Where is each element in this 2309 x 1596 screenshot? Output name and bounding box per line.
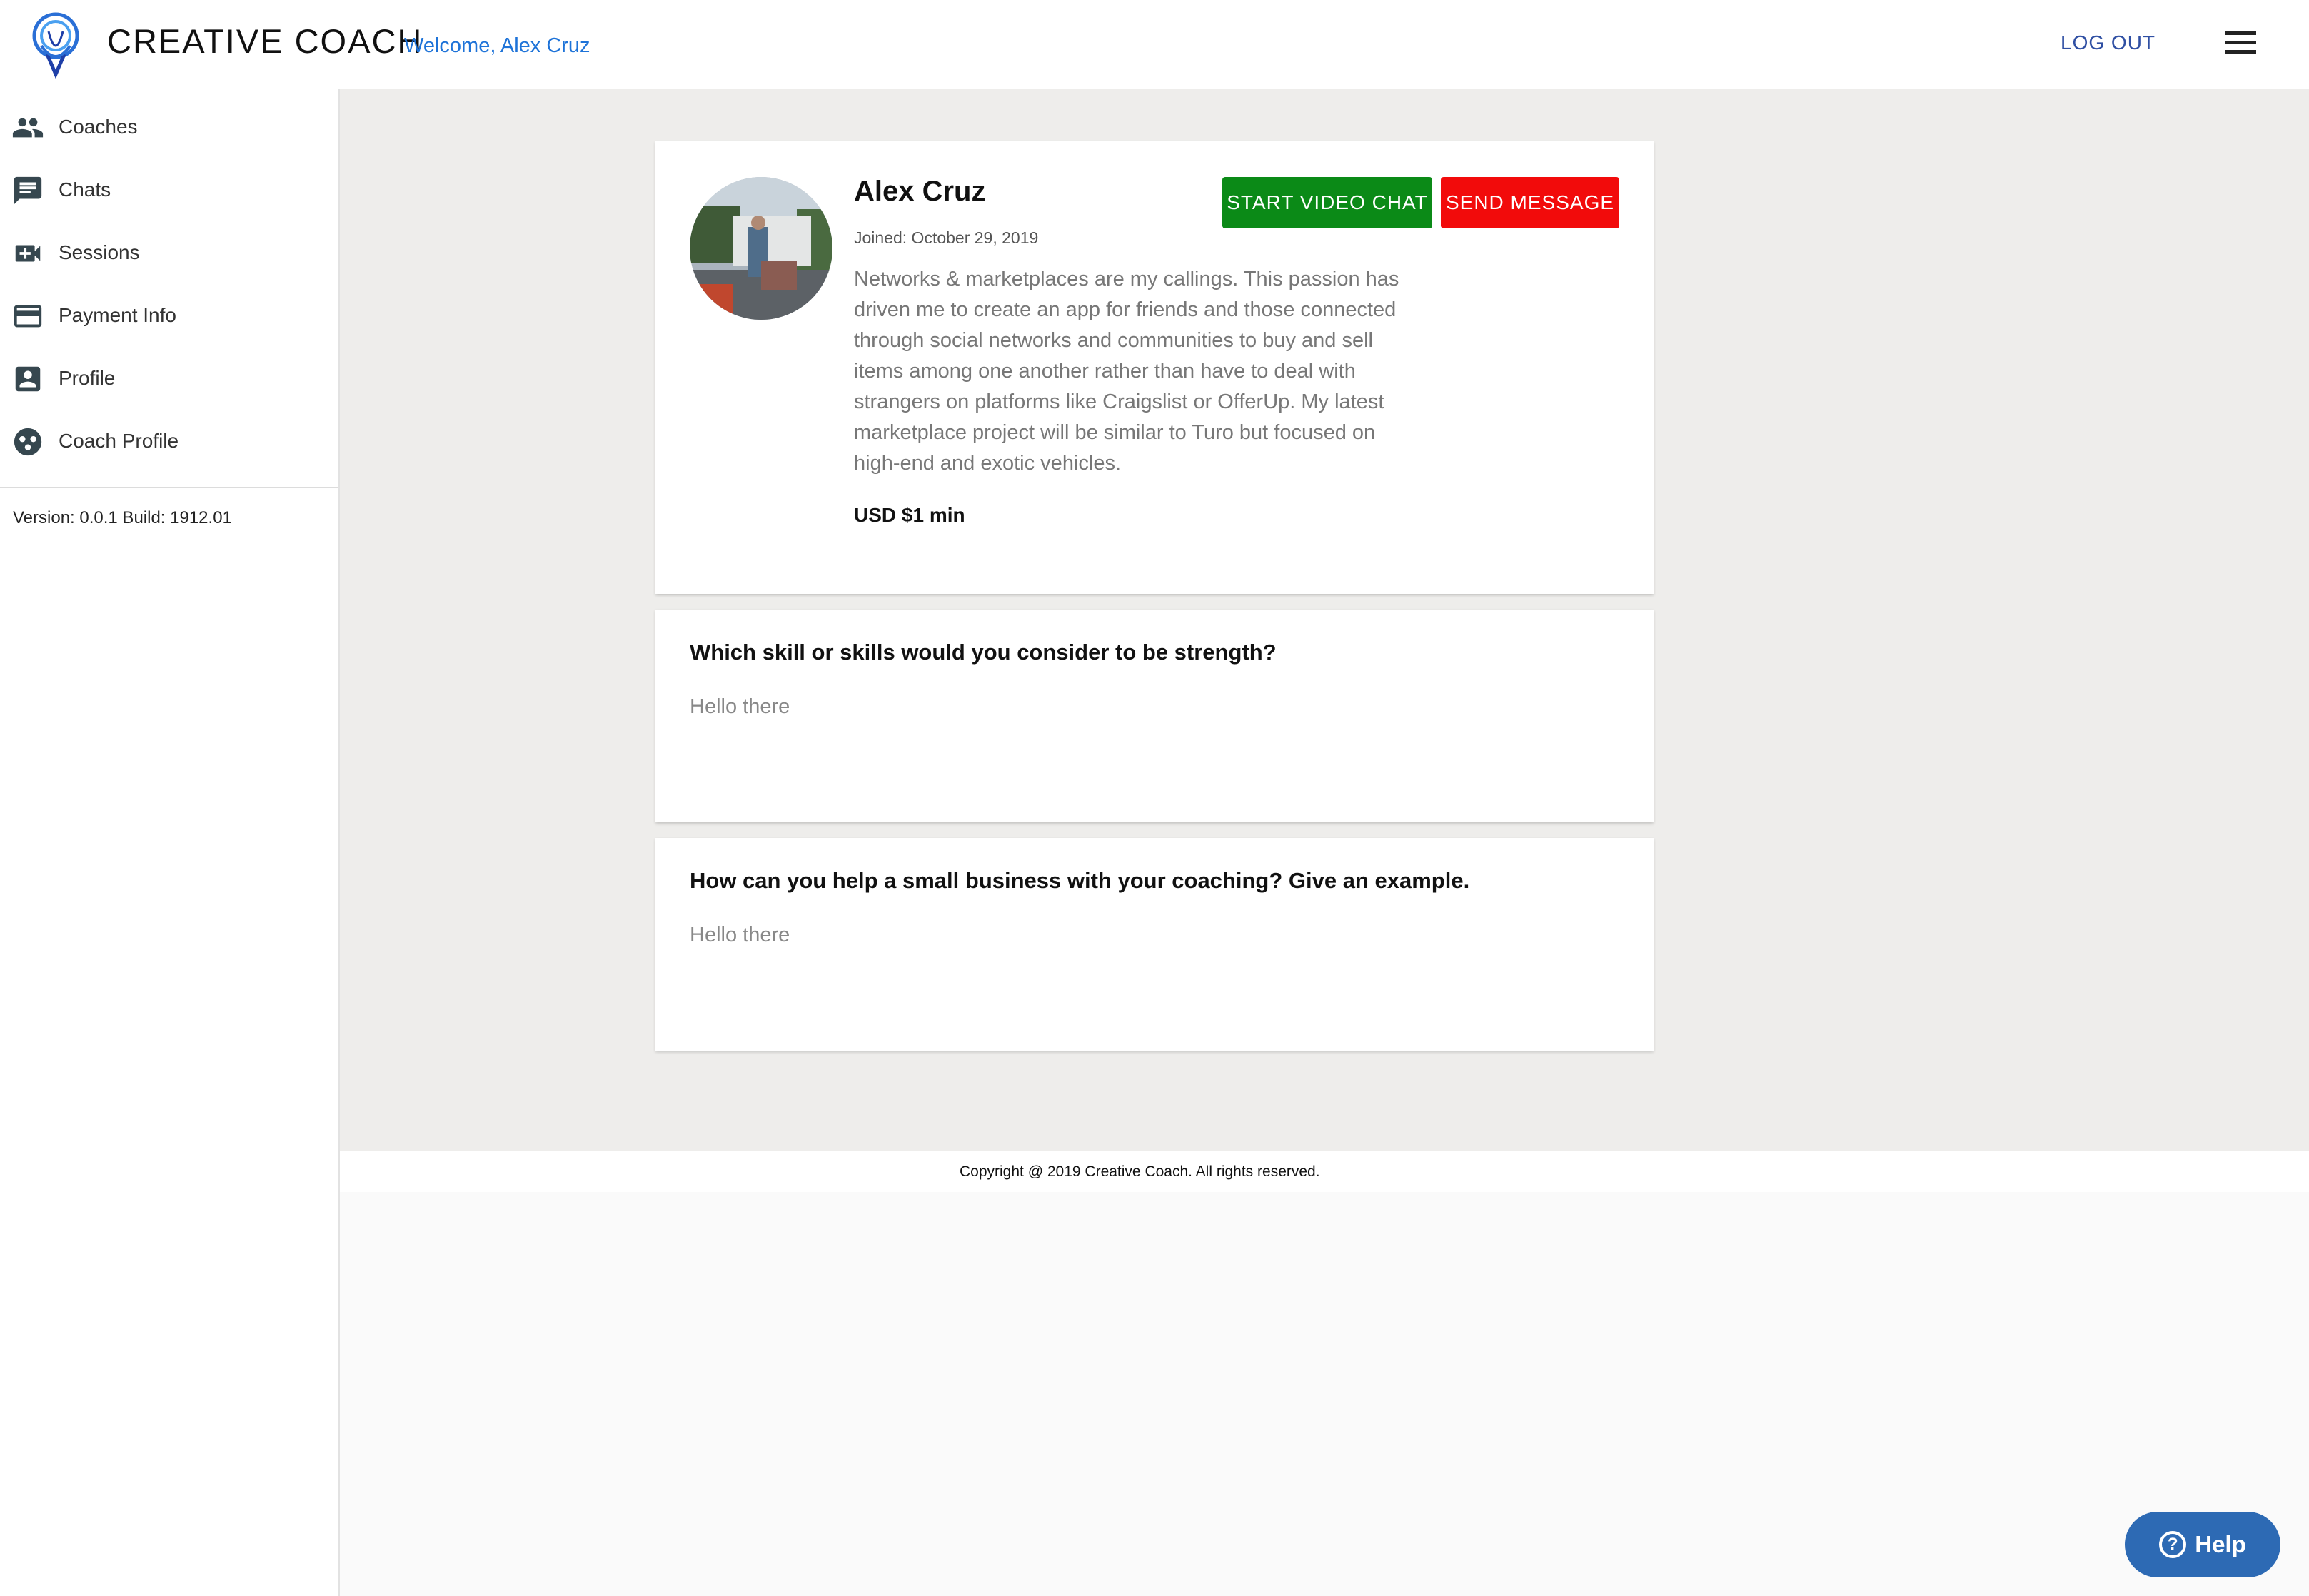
help-label: Help xyxy=(2195,1531,2246,1557)
sidebar-divider xyxy=(0,487,338,488)
app-header: CREATIVE COACH Welcome, Alex Cruz LOG OU… xyxy=(0,0,2309,89)
answer-text: Hello there xyxy=(690,924,790,946)
help-button[interactable]: ? Help xyxy=(2125,1512,2280,1577)
sidebar-item-label: Profile xyxy=(59,367,116,389)
coach-bio: Networks & marketplaces are my callings.… xyxy=(854,268,1399,475)
footer: Copyright @ 2019 Creative Coach. All rig… xyxy=(340,1151,2309,1192)
account-box-icon xyxy=(15,366,41,392)
sidebar-item-coach-profile[interactable]: Coach Profile xyxy=(0,411,338,474)
answer-text: Hello there xyxy=(690,695,790,718)
sidebar-item-coaches[interactable]: Coaches xyxy=(0,97,338,160)
coach-profile-card: Alex Cruz Joined: October 29, 2019 Netwo… xyxy=(655,141,1654,594)
sidebar-item-profile[interactable]: Profile xyxy=(0,348,338,411)
question-text: How can you help a small business with y… xyxy=(690,868,1470,893)
help-circle-icon: ? xyxy=(2159,1531,2187,1558)
sidebar-item-label: Sessions xyxy=(59,241,140,263)
video-call-icon xyxy=(15,245,41,262)
sidebar: Coaches Chats Sessions Payment Info Prof… xyxy=(0,89,340,1596)
group-circle-icon xyxy=(14,428,42,456)
sidebar-item-label: Coaches xyxy=(59,116,138,138)
sidebar-item-sessions[interactable]: Sessions xyxy=(0,223,338,286)
joined-date: Joined: October 29, 2019 xyxy=(854,228,1039,247)
sidebar-item-label: Chats xyxy=(59,178,111,201)
question-card: How can you help a small business with y… xyxy=(655,838,1654,1051)
hamburger-menu-icon[interactable] xyxy=(2225,31,2256,54)
people-icon xyxy=(12,118,44,138)
avatar xyxy=(690,177,832,320)
question-text: Which skill or skills would you consider… xyxy=(690,640,1277,665)
question-card: Which skill or skills would you consider… xyxy=(655,610,1654,822)
lightbulb-logo-icon[interactable] xyxy=(27,10,84,79)
sidebar-item-label: Coach Profile xyxy=(59,430,179,452)
coach-rate: USD $1 min xyxy=(854,504,965,526)
coach-name: Alex Cruz xyxy=(854,176,986,207)
brand-title: CREATIVE COACH xyxy=(107,22,423,60)
logout-button[interactable]: LOG OUT xyxy=(2061,31,2155,54)
welcome-text: Welcome, Alex Cruz xyxy=(404,34,590,57)
chat-icon xyxy=(14,176,42,205)
credit-card-icon xyxy=(14,305,42,328)
version-text: Version: 0.0.1 Build: 1912.01 xyxy=(13,508,232,527)
start-video-chat-button[interactable]: START VIDEO CHAT xyxy=(1222,177,1432,228)
sidebar-item-label: Payment Info xyxy=(59,304,176,326)
sidebar-item-payment-info[interactable]: Payment Info xyxy=(0,286,338,348)
sidebar-item-chats[interactable]: Chats xyxy=(0,160,338,223)
copyright-text: Copyright @ 2019 Creative Coach. All rig… xyxy=(960,1163,1320,1180)
send-message-button[interactable]: SEND MESSAGE xyxy=(1441,177,1619,228)
